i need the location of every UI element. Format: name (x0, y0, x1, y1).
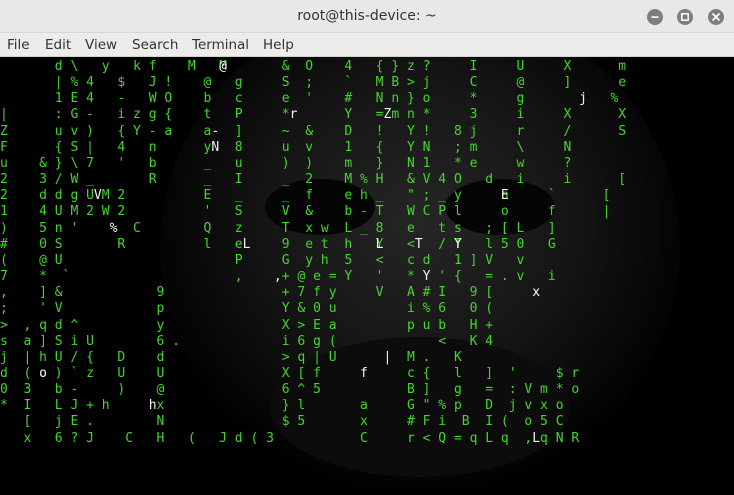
menu-edit[interactable]: Edit (45, 33, 71, 57)
menu-bar: File Edit View Search Terminal Help (0, 33, 734, 57)
minimize-button[interactable] (647, 9, 663, 25)
menu-help[interactable]: Help (263, 33, 294, 57)
maximize-button[interactable] (677, 9, 693, 25)
menu-search[interactable]: Search (132, 33, 178, 57)
close-button[interactable] (708, 9, 724, 25)
minimize-icon (651, 16, 659, 18)
matrix-rain-highlights: @ j r Z - N V E % L L T Y , Y x | o f h … (39, 59, 587, 446)
menu-file[interactable]: File (7, 33, 30, 57)
terminal-window: root@this-device: ~ File Edit View Searc… (0, 0, 734, 495)
title-bar[interactable]: root@this-device: ~ (0, 0, 734, 33)
close-icon (712, 13, 720, 21)
menu-view[interactable]: View (85, 33, 117, 57)
menu-terminal[interactable]: Terminal (192, 33, 249, 57)
maximize-icon (681, 13, 689, 21)
window-title: root@this-device: ~ (297, 8, 437, 24)
terminal-output[interactable]: d \ y k f M M & O 4 { } z ? I U X m | % … (0, 57, 734, 495)
